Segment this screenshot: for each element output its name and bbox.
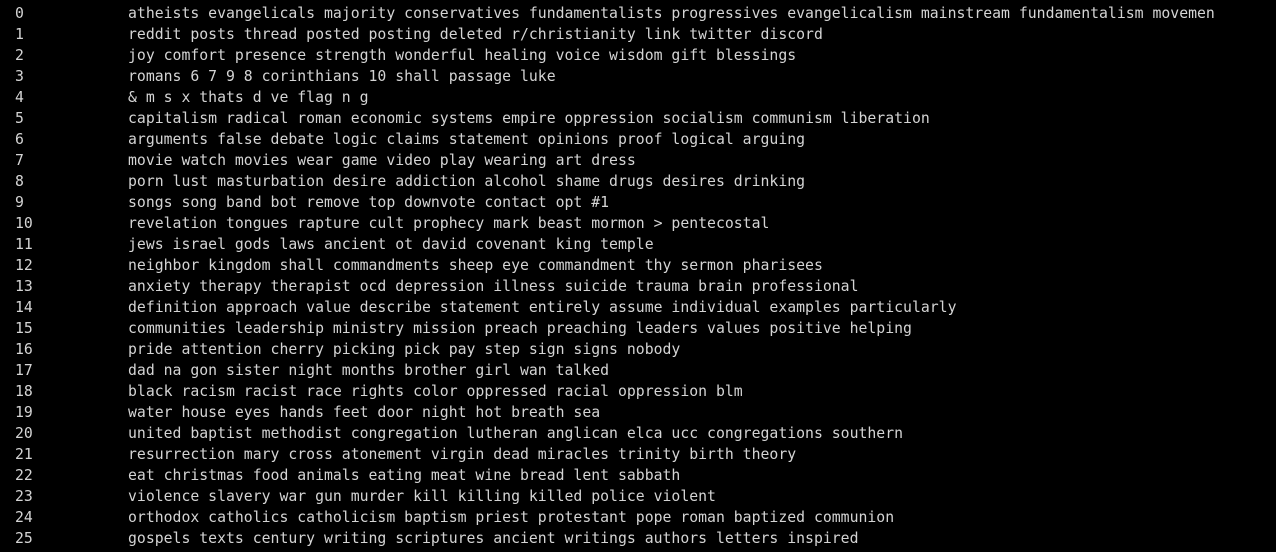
output-row: 5 capitalism radical roman economic syste…	[0, 108, 1276, 129]
row-index: 13	[15, 278, 33, 295]
row-words: water house eyes hands feet door night h…	[128, 404, 601, 421]
row-index: 10	[15, 215, 33, 232]
output-row: 14 definition approach value describe sta…	[0, 297, 1276, 318]
row-words: gospels texts century writing scriptures…	[128, 530, 859, 547]
row-words: capitalism radical roman economic system…	[128, 110, 930, 127]
row-words: communities leadership ministry mission …	[128, 320, 912, 337]
output-row: 25 gospels texts century writing scriptur…	[0, 528, 1276, 549]
row-words: definition approach value describe state…	[128, 299, 957, 316]
row-words: dad na gon sister night months brother g…	[128, 362, 610, 379]
output-panel: 0 atheists evangelicals majority conserva…	[0, 0, 1276, 552]
output-row: 11 jews israel gods laws ancient ot david…	[0, 234, 1276, 255]
row-index: 3	[15, 68, 24, 85]
row-words: porn lust masturbation desire addiction …	[128, 173, 806, 190]
row-words: arguments false debate logic claims stat…	[128, 131, 806, 148]
row-index: 25	[15, 530, 33, 547]
row-index: 20	[15, 425, 33, 442]
row-index: 5	[15, 110, 24, 127]
row-words: neighbor kingdom shall commandments shee…	[128, 257, 823, 274]
output-row: 2 joy comfort presence strength wonderful…	[0, 45, 1276, 66]
output-row: 22 eat christmas food animals eating meat…	[0, 465, 1276, 486]
row-index: 24	[15, 509, 33, 526]
row-index: 8	[15, 173, 24, 190]
row-index: 6	[15, 131, 24, 148]
row-words: resurrection mary cross atonement virgin…	[128, 446, 797, 463]
row-words: reddit posts thread posted posting delet…	[128, 26, 823, 43]
output-row: 21 resurrection mary cross atonement virg…	[0, 444, 1276, 465]
row-words: songs song band bot remove top downvote …	[128, 194, 610, 211]
row-index: 12	[15, 257, 33, 274]
row-index: 18	[15, 383, 33, 400]
row-words: revelation tongues rapture cult prophecy…	[128, 215, 770, 232]
output-row: 15 communities leadership ministry missio…	[0, 318, 1276, 339]
output-row: 12 neighbor kingdom shall commandments sh…	[0, 255, 1276, 276]
row-index: 1	[15, 26, 24, 43]
row-words: romans 6 7 9 8 corinthians 10 shall pass…	[128, 68, 556, 85]
output-row: 24 orthodox catholics catholicism baptism…	[0, 507, 1276, 528]
row-index: 16	[15, 341, 33, 358]
row-index: 7	[15, 152, 24, 169]
row-index: 19	[15, 404, 33, 421]
row-words: pride attention cherry picking pick pay …	[128, 341, 681, 358]
row-index: 14	[15, 299, 33, 316]
row-index: 0	[15, 5, 24, 22]
row-index: 9	[15, 194, 24, 211]
row-words: atheists evangelicals majority conservat…	[128, 5, 1215, 22]
output-row: 13 anxiety therapy therapist ocd depressi…	[0, 276, 1276, 297]
output-row: 1 reddit posts thread posted posting dele…	[0, 24, 1276, 45]
output-row: 8 porn lust masturbation desire addiction…	[0, 171, 1276, 192]
row-index: 2	[15, 47, 24, 64]
output-row: 19 water house eyes hands feet door night…	[0, 402, 1276, 423]
output-row: 17 dad na gon sister night months brother…	[0, 360, 1276, 381]
output-row: 7 movie watch movies wear game video play…	[0, 150, 1276, 171]
row-index: 15	[15, 320, 33, 337]
row-words: anxiety therapy therapist ocd depression…	[128, 278, 859, 295]
row-words: united baptist methodist congregation lu…	[128, 425, 904, 442]
output-row: 6 arguments false debate logic claims sta…	[0, 129, 1276, 150]
row-words: black racism racist race rights color op…	[128, 383, 743, 400]
output-row: 9 songs song band bot remove top downvote…	[0, 192, 1276, 213]
output-row: 18 black racism racist race rights color …	[0, 381, 1276, 402]
output-row: 23 violence slavery war gun murder kill k…	[0, 486, 1276, 507]
row-index: 4	[15, 89, 24, 106]
row-index: 21	[15, 446, 33, 463]
row-words: eat christmas food animals eating meat w…	[128, 467, 681, 484]
output-row: 3 romans 6 7 9 8 corinthians 10 shall pas…	[0, 66, 1276, 87]
output-row: 0 atheists evangelicals majority conserva…	[0, 3, 1276, 24]
output-row: 20 united baptist methodist congregation …	[0, 423, 1276, 444]
output-row: 16 pride attention cherry picking pick pa…	[0, 339, 1276, 360]
row-index: 11	[15, 236, 33, 253]
row-index: 23	[15, 488, 33, 505]
row-words: jews israel gods laws ancient ot david c…	[128, 236, 654, 253]
row-words: orthodox catholics catholicism baptism p…	[128, 509, 895, 526]
row-words: & m s x thats d ve flag n g	[128, 89, 369, 106]
output-row: 10 revelation tongues rapture cult prophe…	[0, 213, 1276, 234]
row-words: joy comfort presence strength wonderful …	[128, 47, 797, 64]
row-words: movie watch movies wear game video play …	[128, 152, 636, 169]
output-row: 4 & m s x thats d ve flag n g	[0, 87, 1276, 108]
row-index: 17	[15, 362, 33, 379]
row-words: violence slavery war gun murder kill kil…	[128, 488, 716, 505]
row-index: 22	[15, 467, 33, 484]
